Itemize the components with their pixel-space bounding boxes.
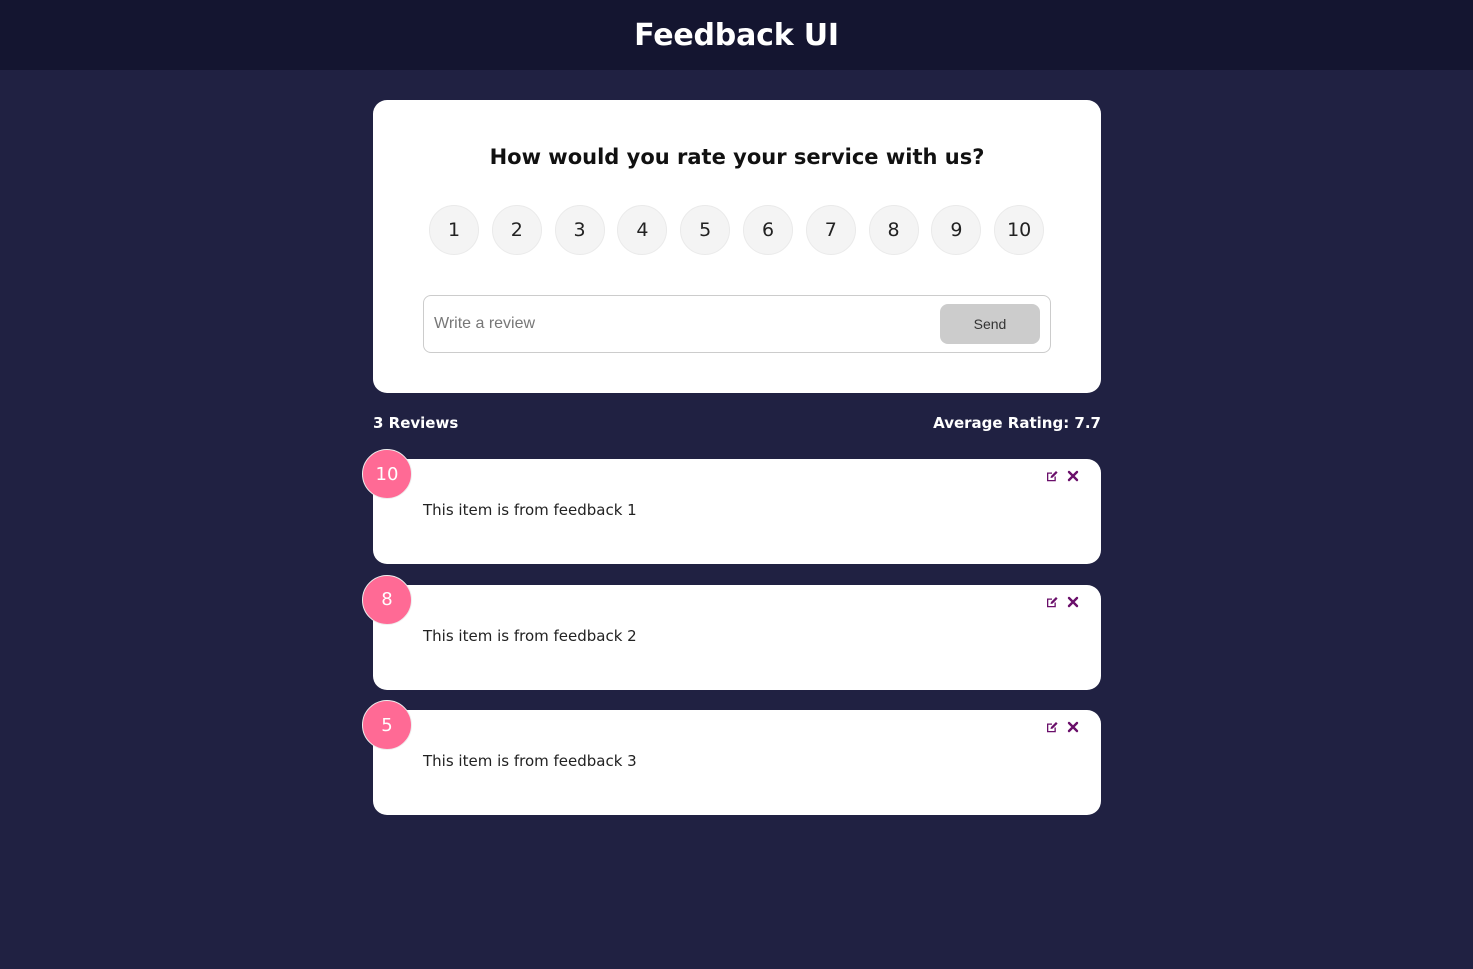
rating-option-7[interactable]: 7 (805, 205, 856, 255)
rating-option-10[interactable]: 10 (994, 205, 1045, 255)
app-title: Feedback UI (634, 17, 839, 53)
close-icon[interactable] (1065, 594, 1081, 610)
edit-icon[interactable] (1044, 468, 1060, 484)
review-input-group: Send (423, 295, 1051, 353)
edit-icon[interactable] (1044, 594, 1060, 610)
rating-badge: 5 (362, 700, 412, 750)
feedback-actions (1039, 719, 1081, 735)
average-rating: Average Rating: 7.7 (933, 414, 1101, 432)
edit-icon[interactable] (1044, 719, 1060, 735)
rating-badge: 8 (362, 574, 412, 625)
rating-option-9[interactable]: 9 (931, 205, 982, 255)
feedback-item: 10 This item is from feedback 1 (362, 449, 1101, 564)
rating-option-4[interactable]: 4 (617, 205, 668, 255)
review-input[interactable] (424, 304, 940, 344)
rating-badge: 10 (362, 449, 412, 499)
feedback-list: 10 This item is from feedback 1 8 This i… (362, 449, 1101, 836)
feedback-stats: 3 Reviews Average Rating: 7.7 (373, 414, 1101, 432)
close-icon[interactable] (1065, 719, 1081, 735)
rating-options: 1 2 3 4 5 6 7 8 9 10 (429, 205, 1057, 255)
rating-option-1[interactable]: 1 (429, 205, 479, 255)
feedback-item: 5 This item is from feedback 3 (362, 700, 1101, 815)
rating-question: How would you rate your service with us? (489, 145, 985, 169)
rating-option-2[interactable]: 2 (491, 205, 542, 255)
review-count: 3 Reviews (373, 414, 459, 432)
feedback-actions (1039, 468, 1081, 484)
feedback-actions (1039, 594, 1081, 610)
rating-card: How would you rate your service with us?… (373, 100, 1101, 393)
rating-option-3[interactable]: 3 (554, 205, 605, 255)
rating-option-8[interactable]: 8 (868, 205, 919, 255)
feedback-text: This item is from feedback 3 (423, 752, 637, 770)
app-header: Feedback UI (0, 0, 1473, 70)
feedback-text: This item is from feedback 2 (423, 626, 637, 645)
close-icon[interactable] (1065, 468, 1081, 484)
send-button[interactable]: Send (940, 304, 1040, 344)
rating-option-5[interactable]: 5 (680, 205, 731, 255)
feedback-item: 8 This item is from feedback 2 (362, 574, 1101, 690)
rating-option-6[interactable]: 6 (742, 205, 793, 255)
feedback-text: This item is from feedback 1 (423, 501, 637, 519)
